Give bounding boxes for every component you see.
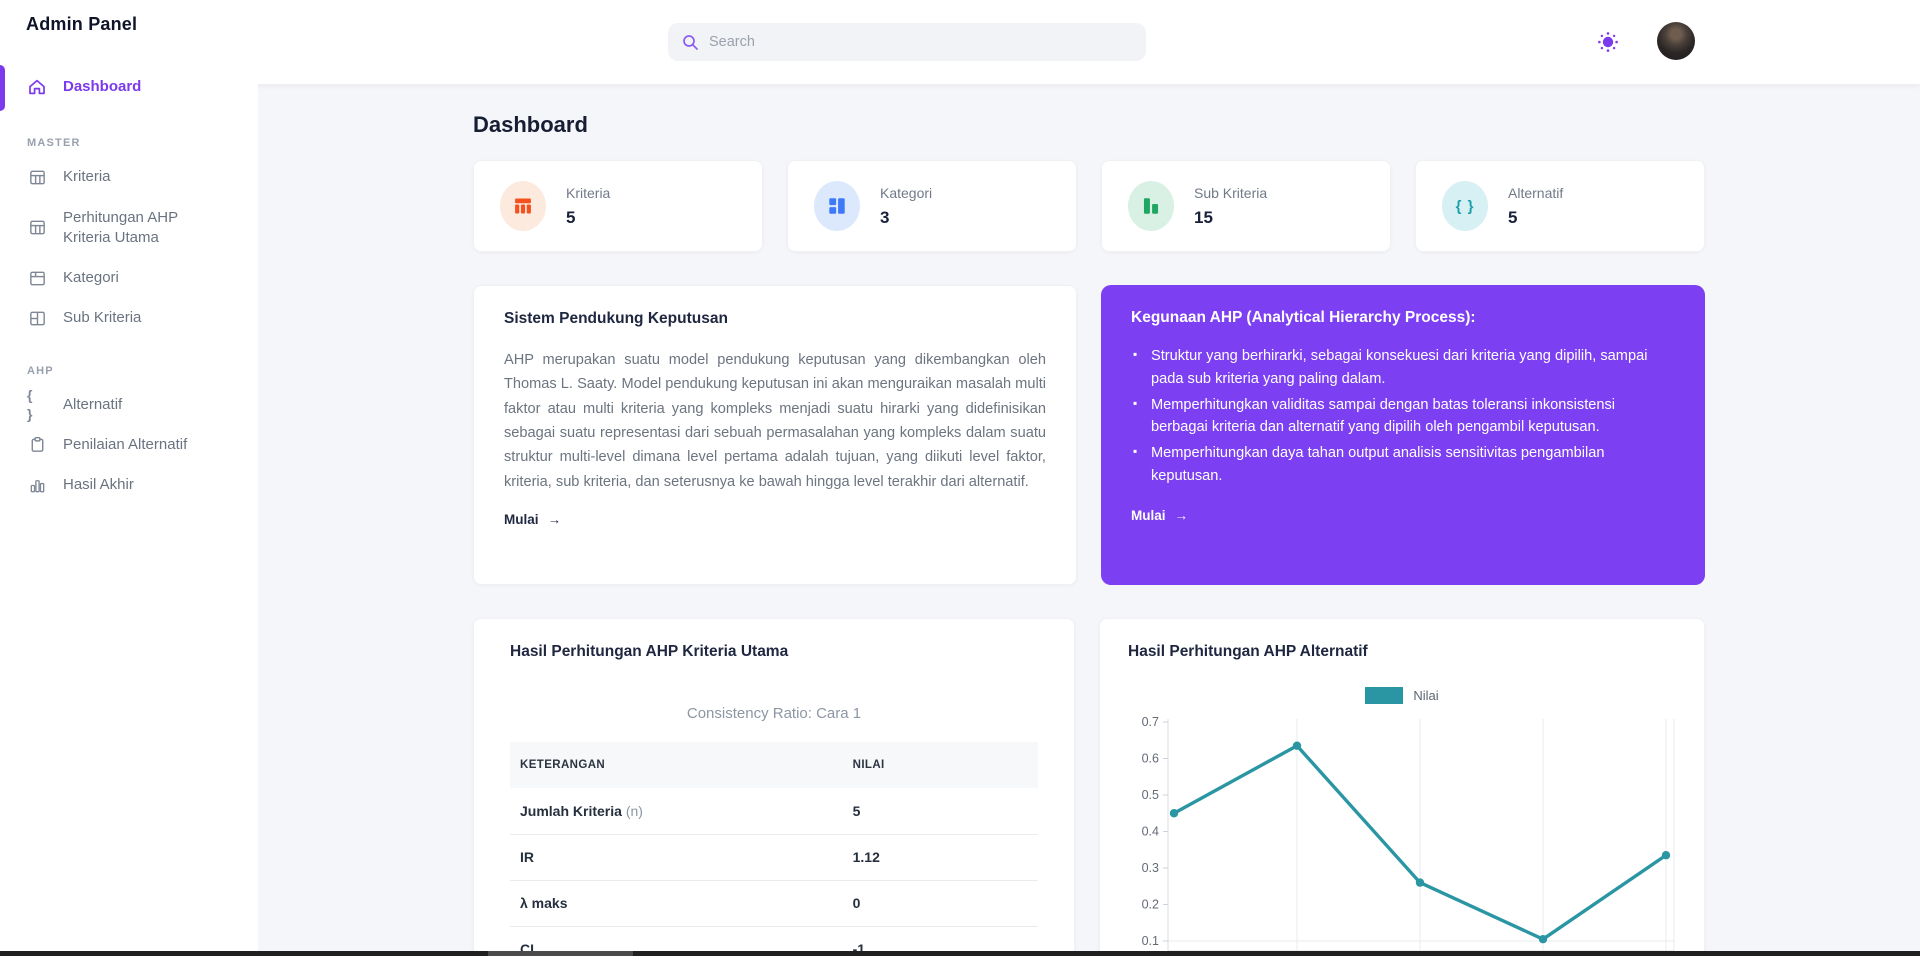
stat-label: Kriteria <box>566 185 610 201</box>
search-icon <box>682 34 699 51</box>
column-header-keterangan: KETERANGAN <box>510 742 843 788</box>
sidebar-item-penilaian-alternatif[interactable]: Penilaian Alternatif <box>0 425 258 465</box>
search-box[interactable] <box>668 23 1146 61</box>
stat-label: Sub Kriteria <box>1194 185 1267 201</box>
stat-value: 5 <box>566 208 610 228</box>
spk-card-body: AHP merupakan suatu model pendukung kepu… <box>504 348 1046 494</box>
sidebar-item-perhitungan-ahp-kriteria-utama[interactable]: Perhitungan AHP Kriteria Utama <box>0 198 230 259</box>
arrow-right-icon: → <box>1175 508 1189 523</box>
stat-value: 15 <box>1194 208 1267 228</box>
arrow-right-icon: → <box>548 512 562 527</box>
sidebar-section-ahp: AHP <box>27 365 258 377</box>
sidebar-item-kategori[interactable]: Kategori <box>0 258 258 298</box>
search-input[interactable] <box>709 34 1132 50</box>
kegunaan-ahp-card: Kegunaan AHP (Analytical Hierarchy Proce… <box>1101 285 1705 585</box>
stat-value: 3 <box>880 208 932 228</box>
sidebar-item-label: Perhitungan AHP Kriteria Utama <box>63 208 212 249</box>
row-value: 1.12 <box>843 834 1038 880</box>
row-value: 0 <box>843 880 1038 926</box>
table-row: λ maks 0 <box>510 880 1038 926</box>
braces-icon: { } <box>27 395 47 415</box>
user-avatar[interactable] <box>1657 22 1695 60</box>
line-chart: 0.70.60.50.40.30.20.1Alternatif1Alternat… <box>1128 710 1676 956</box>
sidebar: Admin Panel Dashboard MASTER Kriteria Pe… <box>0 0 258 951</box>
list-item: Memperhitungkan daya tahan output analis… <box>1131 442 1675 488</box>
sidebar-item-label: Alternatif <box>63 395 122 415</box>
sidebar-item-alternatif[interactable]: { } Alternatif <box>0 385 258 425</box>
mulai-link[interactable]: Mulai → <box>504 512 561 527</box>
legend-swatch <box>1365 687 1403 704</box>
table-card-title: Hasil Perhitungan AHP Kriteria Utama <box>510 643 1038 661</box>
ahp-alternatif-chart-card: Hasil Perhitungan AHP Alternatif Nilai 0… <box>1099 618 1705 956</box>
home-icon <box>27 77 47 97</box>
legend-label: Nilai <box>1413 688 1438 703</box>
sub-kriteria-bars-icon <box>1128 181 1174 231</box>
horizontal-scrollbar[interactable] <box>0 951 1920 956</box>
list-item: Memperhitungkan validitas sampai dengan … <box>1131 394 1675 440</box>
sidebar-item-label: Penilaian Alternatif <box>63 435 187 455</box>
sidebar-item-label: Sub Kriteria <box>63 308 141 328</box>
spk-info-card: Sistem Pendukung Keputusan AHP merupakan… <box>473 285 1077 585</box>
sidebar-item-label: Kriteria <box>63 167 111 187</box>
row-label: IR <box>520 849 534 865</box>
stat-card-kategori: Kategori 3 <box>787 160 1077 252</box>
stat-card-kriteria: Kriteria 5 <box>473 160 763 252</box>
mulai-link-purple[interactable]: Mulai → <box>1131 508 1188 523</box>
kegunaan-ahp-list: Struktur yang berhirarki, sebagai konsek… <box>1131 345 1675 488</box>
sidebar-item-sub-kriteria[interactable]: Alternatif Sub Kriteria <box>0 298 258 338</box>
list-item: Struktur yang berhirarki, sebagai konsek… <box>1131 345 1675 391</box>
stat-card-alternatif: { } Alternatif 5 <box>1415 160 1705 252</box>
app-title: Admin Panel <box>26 14 258 35</box>
table-row: Jumlah Kriteria (n) 5 <box>510 788 1038 834</box>
spk-card-title: Sistem Pendukung Keputusan <box>504 310 1046 328</box>
chart-legend: Nilai <box>1128 687 1676 704</box>
layout-icon <box>27 268 47 288</box>
page-title: Dashboard <box>473 112 1705 138</box>
column-header-nilai: NILAI <box>843 742 1038 788</box>
kegunaan-ahp-title: Kegunaan AHP (Analytical Hierarchy Proce… <box>1131 309 1675 327</box>
consistency-ratio-table: KETERANGAN NILAI Jumlah Kriteria (n) 5 I… <box>510 742 1038 956</box>
mulai-label: Mulai <box>504 512 539 527</box>
svg-text:0.4: 0.4 <box>1142 825 1159 839</box>
kriteria-table-icon <box>500 181 546 231</box>
stat-value: 5 <box>1508 208 1563 228</box>
row-label-suffix: (n) <box>622 803 643 819</box>
braces-icon: { } <box>1442 181 1488 231</box>
svg-text:0.5: 0.5 <box>1142 788 1159 802</box>
stat-card-sub-kriteria: Sub Kriteria 15 <box>1101 160 1391 252</box>
chart-card-title: Hasil Perhitungan AHP Alternatif <box>1128 643 1676 661</box>
ahp-kriteria-utama-card: Hasil Perhitungan AHP Kriteria Utama Con… <box>473 618 1075 956</box>
split-layout-icon <box>27 308 47 328</box>
sidebar-item-hasil-akhir[interactable]: Hasil Akhir <box>0 465 258 505</box>
stat-label: Kategori <box>880 185 932 201</box>
mulai-label: Mulai <box>1131 508 1166 523</box>
row-label: Jumlah Kriteria <box>520 803 622 819</box>
stat-label: Alternatif <box>1508 185 1563 201</box>
theme-toggle-sun-icon[interactable] <box>1592 26 1624 58</box>
kategori-layout-icon <box>814 181 860 231</box>
sidebar-item-kriteria[interactable]: Kriteria <box>0 157 258 197</box>
row-value: 5 <box>843 788 1038 834</box>
row-label: λ maks <box>520 895 567 911</box>
sidebar-item-label: Dashboard <box>63 77 141 97</box>
clipboard-icon <box>27 435 47 455</box>
bar-chart-icon <box>27 475 47 495</box>
sidebar-item-label: Kategori <box>63 268 119 288</box>
svg-text:0.2: 0.2 <box>1142 898 1159 912</box>
main-content: Dashboard Kriteria 5 Kategori 3 <box>258 84 1920 951</box>
table-caption: Consistency Ratio: Cara 1 <box>510 705 1038 722</box>
table-row: IR 1.12 <box>510 834 1038 880</box>
svg-text:0.3: 0.3 <box>1142 861 1159 875</box>
svg-text:0.1: 0.1 <box>1142 934 1159 948</box>
sidebar-item-dashboard[interactable]: Dashboard <box>0 63 258 111</box>
top-header <box>0 0 1920 84</box>
table-icon <box>27 167 47 187</box>
sidebar-section-master: MASTER <box>27 137 258 149</box>
svg-text:0.7: 0.7 <box>1142 715 1159 729</box>
table-icon <box>27 218 47 238</box>
sidebar-item-label: Hasil Akhir <box>63 475 134 495</box>
svg-text:0.6: 0.6 <box>1142 752 1159 766</box>
